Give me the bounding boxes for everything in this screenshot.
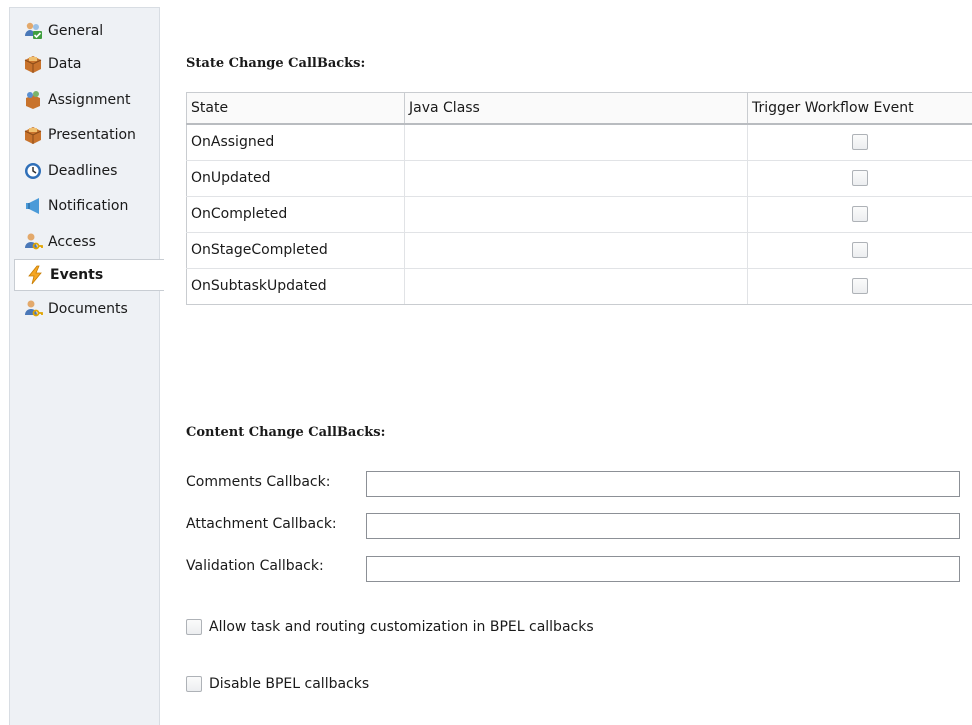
sidebar-item-label: Documents [48, 301, 128, 317]
trigger-checkbox[interactable] [852, 242, 868, 258]
user-key-icon [23, 299, 43, 319]
state-change-title: State Change CallBacks: [186, 56, 366, 71]
table-header-row: State Java Class Trigger Workflow Event [186, 92, 972, 125]
sidebar-nav: General Data Assignment Presentation Dea… [9, 7, 164, 725]
comments-callback-label: Comments Callback: [186, 474, 331, 490]
column-header-java-class[interactable]: Java Class [404, 92, 748, 125]
package-icon [23, 125, 43, 145]
state-cell: OnUpdated [186, 160, 405, 197]
disable-bpel-checkbox[interactable] [186, 676, 202, 692]
trigger-checkbox[interactable] [852, 134, 868, 151]
allow-customization-option[interactable]: Allow task and routing customization in … [186, 619, 594, 635]
trigger-checkbox[interactable] [852, 170, 868, 186]
sidebar-item-notification[interactable]: Notification [13, 190, 159, 222]
allow-customization-label: Allow task and routing customization in … [209, 619, 594, 635]
table-row[interactable]: OnSubtaskUpdated [186, 268, 972, 305]
sidebar-item-label: Deadlines [48, 163, 118, 179]
sidebar-item-access[interactable]: Access [13, 226, 159, 258]
sidebar-item-presentation[interactable]: Presentation [13, 119, 159, 151]
validation-callback-input[interactable] [366, 556, 960, 582]
people-check-icon [23, 21, 43, 41]
java-class-cell[interactable] [404, 196, 748, 233]
trigger-cell [747, 268, 972, 305]
table-row[interactable]: OnAssigned [186, 124, 972, 161]
comments-callback-input[interactable] [366, 471, 960, 497]
disable-bpel-label: Disable BPEL callbacks [209, 676, 370, 692]
lightning-icon [25, 265, 45, 285]
table-row[interactable]: OnCompleted [186, 196, 972, 233]
sidebar-item-label: General [48, 23, 104, 39]
sidebar-item-label: Events [50, 267, 104, 283]
sidebar-item-assignment[interactable]: Assignment [13, 84, 159, 116]
java-class-cell[interactable] [404, 232, 748, 269]
table-row[interactable]: OnStageCompleted [186, 232, 972, 269]
content-change-title: Content Change CallBacks: [186, 425, 386, 440]
column-header-state[interactable]: State [186, 92, 405, 125]
attachment-callback-input[interactable] [366, 513, 960, 539]
package-icon [23, 54, 43, 74]
validation-callback-label: Validation Callback: [186, 558, 324, 574]
state-cell: OnSubtaskUpdated [186, 268, 405, 305]
sidebar-item-label: Assignment [48, 92, 131, 108]
table-row[interactable]: OnUpdated [186, 160, 972, 197]
trigger-checkbox[interactable] [852, 278, 868, 294]
assignment-icon [23, 90, 43, 110]
trigger-checkbox[interactable] [852, 206, 868, 222]
sidebar-item-general[interactable]: General [13, 15, 159, 47]
java-class-cell[interactable] [404, 268, 748, 305]
megaphone-icon [23, 196, 43, 216]
allow-customization-checkbox[interactable] [186, 619, 202, 635]
sidebar-item-data[interactable]: Data [13, 48, 159, 80]
clock-icon [23, 161, 43, 181]
java-class-cell[interactable] [404, 160, 748, 197]
sidebar-item-documents[interactable]: Documents [13, 293, 159, 325]
trigger-cell [747, 196, 972, 233]
trigger-cell [747, 160, 972, 197]
disable-bpel-option[interactable]: Disable BPEL callbacks [186, 676, 369, 692]
sidebar-item-events[interactable]: Events [14, 259, 164, 291]
state-cell: OnStageCompleted [186, 232, 405, 269]
state-cell: OnCompleted [186, 196, 405, 233]
sidebar-item-label: Presentation [48, 127, 136, 143]
sidebar-item-label: Data [48, 56, 82, 72]
sidebar-item-deadlines[interactable]: Deadlines [13, 155, 159, 187]
column-header-trigger[interactable]: Trigger Workflow Event [747, 92, 972, 125]
sidebar-item-label: Notification [48, 198, 129, 214]
sidebar-item-label: Access [48, 234, 96, 250]
attachment-callback-label: Attachment Callback: [186, 516, 337, 532]
trigger-cell [747, 232, 972, 269]
java-class-cell[interactable] [404, 124, 748, 161]
state-cell: OnAssigned [186, 124, 405, 161]
state-callbacks-table: State Java Class Trigger Workflow Event … [186, 92, 972, 305]
trigger-cell [747, 124, 972, 161]
user-key-icon [23, 232, 43, 252]
